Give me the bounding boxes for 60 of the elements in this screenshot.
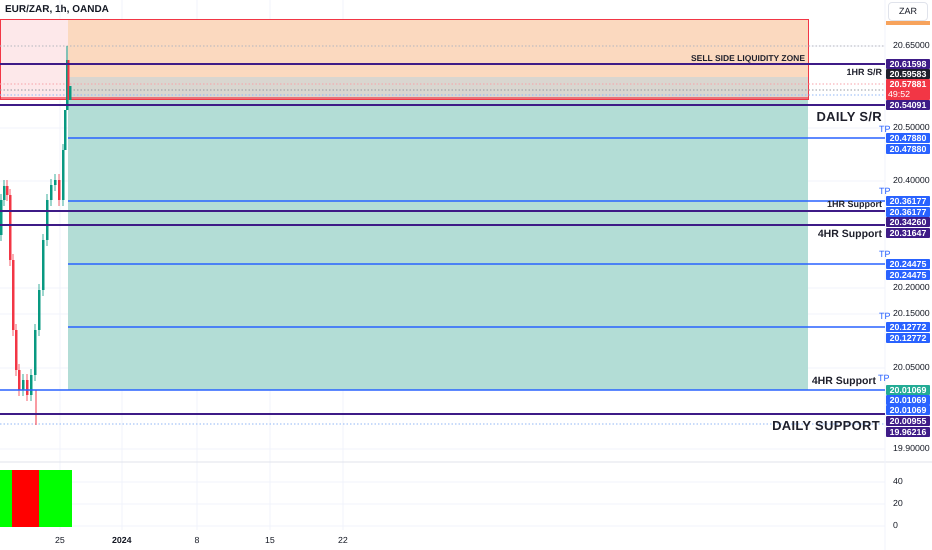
price-label: 20.01069 xyxy=(886,405,930,415)
axis-tick-label: 20.15000 xyxy=(893,309,930,318)
candle xyxy=(38,284,40,336)
candle xyxy=(26,374,28,402)
axis-tick-label: 20.50000 xyxy=(893,123,930,132)
time-tick-label: 8 xyxy=(194,536,200,545)
time-tick-label: 22 xyxy=(338,536,348,545)
price-label: 20.31647 xyxy=(886,228,930,238)
price-label: 20.61598 xyxy=(886,59,930,69)
price-label: 20.36177 xyxy=(886,196,930,206)
candle xyxy=(42,234,44,296)
price-label: 20.24475 xyxy=(886,259,930,269)
candle xyxy=(50,178,52,206)
line-label: 1HR S/R xyxy=(846,68,882,76)
target-label: TP xyxy=(878,374,890,382)
time-tick-label: 2024 xyxy=(112,536,132,545)
axis-tick-label: 20.20000 xyxy=(893,283,930,292)
price-label: 20.34260 xyxy=(886,217,930,227)
target-label: TP xyxy=(879,250,891,258)
target-label: TP xyxy=(879,186,891,196)
axis-tick-label: 40 xyxy=(893,477,903,486)
axis-tick-label: 0 xyxy=(893,521,898,530)
price-label: 19.96216 xyxy=(886,427,930,437)
chart-title: EUR/ZAR, 1h, OANDA xyxy=(5,5,109,15)
candle xyxy=(30,368,32,402)
candle xyxy=(22,374,24,396)
line-label: DAILY SUPPORT xyxy=(772,418,880,432)
line-label: 1HR Support xyxy=(827,200,882,208)
price-label: 20.01069 xyxy=(886,395,930,405)
price-label: 20.59583 xyxy=(886,69,930,79)
line-label: 4HR Support xyxy=(812,376,876,386)
price-label: 20.47880 xyxy=(886,144,930,154)
line-label: 4HR Support xyxy=(818,228,882,239)
time-tick-label: 15 xyxy=(265,536,275,545)
axis-tick-label: 20 xyxy=(893,499,903,508)
zone-label: SELL SIDE LIQUIDITY ZONE xyxy=(691,54,805,62)
line-label: DAILY S/R xyxy=(816,110,882,122)
target-label: TP xyxy=(879,124,891,134)
price-label xyxy=(886,21,930,25)
price-label: 20.00955 xyxy=(886,416,930,426)
price-label: 20.01069 xyxy=(886,385,930,395)
axis-tick-label: 20.40000 xyxy=(893,176,930,185)
price-label: 20.36177 xyxy=(886,207,930,217)
target-label: TP xyxy=(879,312,891,320)
price-label: 20.24475 xyxy=(886,270,930,280)
axis-tick-label: 20.05000 xyxy=(893,363,930,372)
currency-button[interactable]: ZAR xyxy=(888,2,928,21)
price-label: 20.12772 xyxy=(886,322,930,332)
axis-tick-label: 20.65000 xyxy=(893,41,930,50)
candle xyxy=(46,194,48,246)
candle xyxy=(58,174,60,206)
price-label: 20.47880 xyxy=(886,133,930,143)
indicator-bar xyxy=(39,470,72,527)
candle xyxy=(54,174,56,192)
candle xyxy=(34,324,36,382)
time-tick-label: 25 xyxy=(55,536,65,545)
price-label: 20.12772 xyxy=(886,333,930,343)
price-label: 20.57881 49:52 xyxy=(886,79,930,100)
price-label: 20.54091 xyxy=(886,100,930,110)
axis-tick-label: 19.90000 xyxy=(893,444,930,453)
